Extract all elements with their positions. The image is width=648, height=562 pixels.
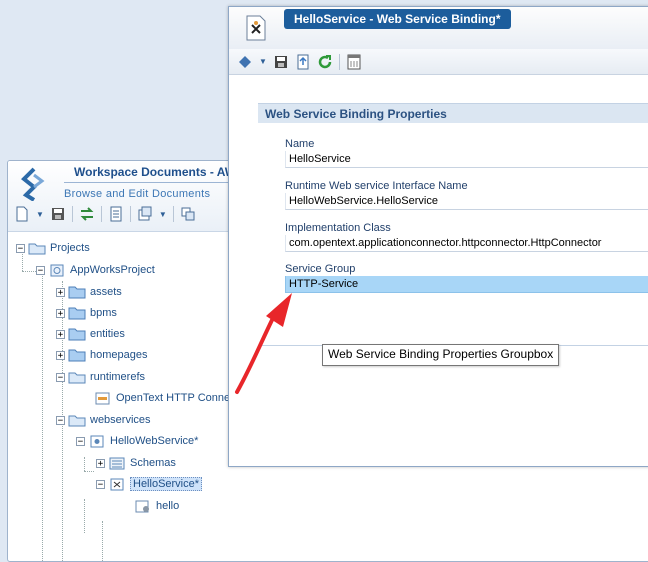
- tree-label: HelloWebService*: [110, 435, 199, 447]
- implementation-class-label: Implementation Class: [285, 222, 391, 234]
- tree-node-homepages[interactable]: + homepages: [56, 346, 148, 364]
- service-group-label: Service Group: [285, 263, 356, 275]
- binding-properties-groupbox: Name HelloService Runtime Web service In…: [258, 123, 648, 346]
- refresh-icon[interactable]: [317, 54, 333, 70]
- sync-icon[interactable]: [79, 206, 95, 222]
- tree-node-appworks-project[interactable]: − AppWorksProject: [36, 261, 155, 279]
- interface-name-field[interactable]: HelloWebService.HelloService: [285, 193, 648, 210]
- operation-icon: [135, 500, 149, 512]
- tree-node-projects[interactable]: − Projects: [16, 239, 90, 257]
- workspace-toolbar: ▼ ▼: [14, 203, 196, 225]
- tree-label: AppWorksProject: [70, 264, 155, 276]
- toolbar-separator: [129, 206, 131, 222]
- schema-icon: [109, 457, 125, 469]
- folder-icon: [68, 307, 86, 319]
- expand-toggle-icon[interactable]: +: [96, 458, 105, 468]
- workspace-subtitle: Browse and Edit Documents: [64, 188, 211, 200]
- open-folder-icon: [68, 415, 86, 426]
- workspace-title: Workspace Documents - AW: [74, 165, 237, 179]
- expand-toggle-icon[interactable]: +: [56, 329, 65, 339]
- tree-label: hello: [156, 500, 180, 512]
- tree-node-runtimerefs[interactable]: − runtimerefs: [56, 368, 145, 386]
- collapse-toggle-icon[interactable]: −: [56, 372, 65, 382]
- expand-toggle-icon[interactable]: +: [56, 350, 65, 360]
- folder-icon: [68, 286, 86, 298]
- tree-node-schemas[interactable]: + Schemas: [96, 454, 176, 472]
- tree-node-webservices[interactable]: − webservices: [56, 411, 151, 429]
- binding-window-header: HelloService - Web Service Binding*: [229, 7, 648, 50]
- new-dropdown-icon[interactable]: ▼: [36, 210, 44, 219]
- tree-label: assets: [90, 286, 122, 298]
- web-service-binding-window: HelloService - Web Service Binding* ▼ We…: [228, 6, 648, 467]
- folder-icon: [68, 328, 86, 340]
- generate-icon[interactable]: [180, 206, 196, 222]
- service-group-field[interactable]: HTTP-Service: [285, 276, 648, 293]
- project-icon: [50, 264, 64, 276]
- tree-node-opentext-http-connector[interactable]: OpenText HTTP Connect: [94, 389, 239, 407]
- tree-label: bpms: [90, 307, 117, 319]
- implementation-class-field[interactable]: com.opentext.applicationconnector.httpco…: [285, 235, 648, 252]
- open-folder-icon: [28, 243, 46, 254]
- collapse-toggle-icon[interactable]: −: [16, 243, 25, 253]
- name-field[interactable]: HelloService: [285, 151, 648, 168]
- new-document-icon[interactable]: [14, 206, 30, 222]
- tree-node-hello-web-service[interactable]: − HelloWebService*: [76, 432, 198, 450]
- collapse-toggle-icon[interactable]: −: [96, 479, 105, 489]
- collapse-toggle-icon[interactable]: −: [76, 436, 85, 446]
- toolbar-separator: [100, 206, 102, 222]
- properties-icon[interactable]: [108, 206, 124, 222]
- groupbox-tooltip: Web Service Binding Properties Groupbox: [322, 344, 560, 366]
- tree-label: webservices: [90, 414, 151, 426]
- expand-toggle-icon[interactable]: +: [56, 308, 65, 318]
- tree-node-assets[interactable]: + assets: [56, 283, 122, 301]
- toolbar-separator: [338, 53, 340, 70]
- collapse-toggle-icon[interactable]: −: [56, 415, 65, 425]
- expand-toggle-icon[interactable]: +: [56, 287, 65, 297]
- binding-properties-groupbox-title: Web Service Binding Properties: [258, 103, 648, 123]
- toolbar-separator: [71, 206, 73, 222]
- binding-icon: [110, 478, 124, 490]
- tree-node-hello-service[interactable]: − HelloService*: [96, 475, 203, 493]
- close-editor-icon[interactable]: [346, 54, 362, 70]
- save-all-icon[interactable]: [50, 206, 66, 222]
- tree-label: homepages: [90, 349, 148, 361]
- connector-icon: [95, 392, 110, 404]
- tree-node-entities[interactable]: + entities: [56, 325, 125, 343]
- tree-label: OpenText HTTP Connect: [116, 392, 239, 404]
- appworks-logo-icon: [21, 167, 45, 201]
- tree-node-bpms[interactable]: + bpms: [56, 304, 117, 322]
- tree-label: Projects: [50, 242, 90, 254]
- model-icon[interactable]: [237, 54, 253, 70]
- toolbar-separator: [172, 206, 174, 222]
- name-label: Name: [285, 138, 315, 150]
- open-folder-icon: [68, 372, 86, 383]
- tree-label-selected: HelloService*: [130, 477, 203, 491]
- tree-label: entities: [90, 328, 125, 340]
- publish-icon[interactable]: [295, 54, 311, 70]
- binding-document-icon: [246, 15, 266, 41]
- collapse-toggle-icon[interactable]: −: [36, 265, 45, 275]
- publish-dropdown-icon[interactable]: ▼: [159, 210, 167, 219]
- web-service-icon: [90, 435, 104, 447]
- binding-window-title: HelloService - Web Service Binding*: [284, 9, 511, 29]
- binding-toolbar: ▼: [229, 49, 648, 75]
- model-dropdown-icon[interactable]: ▼: [259, 57, 267, 66]
- interface-name-label: Runtime Web service Interface Name: [285, 180, 468, 192]
- tree-node-hello[interactable]: hello: [134, 497, 179, 515]
- publish-icon[interactable]: [137, 206, 153, 222]
- folder-icon: [68, 349, 86, 361]
- save-icon[interactable]: [273, 54, 289, 70]
- tree-label: Schemas: [130, 457, 176, 469]
- tree-label: runtimerefs: [90, 371, 146, 383]
